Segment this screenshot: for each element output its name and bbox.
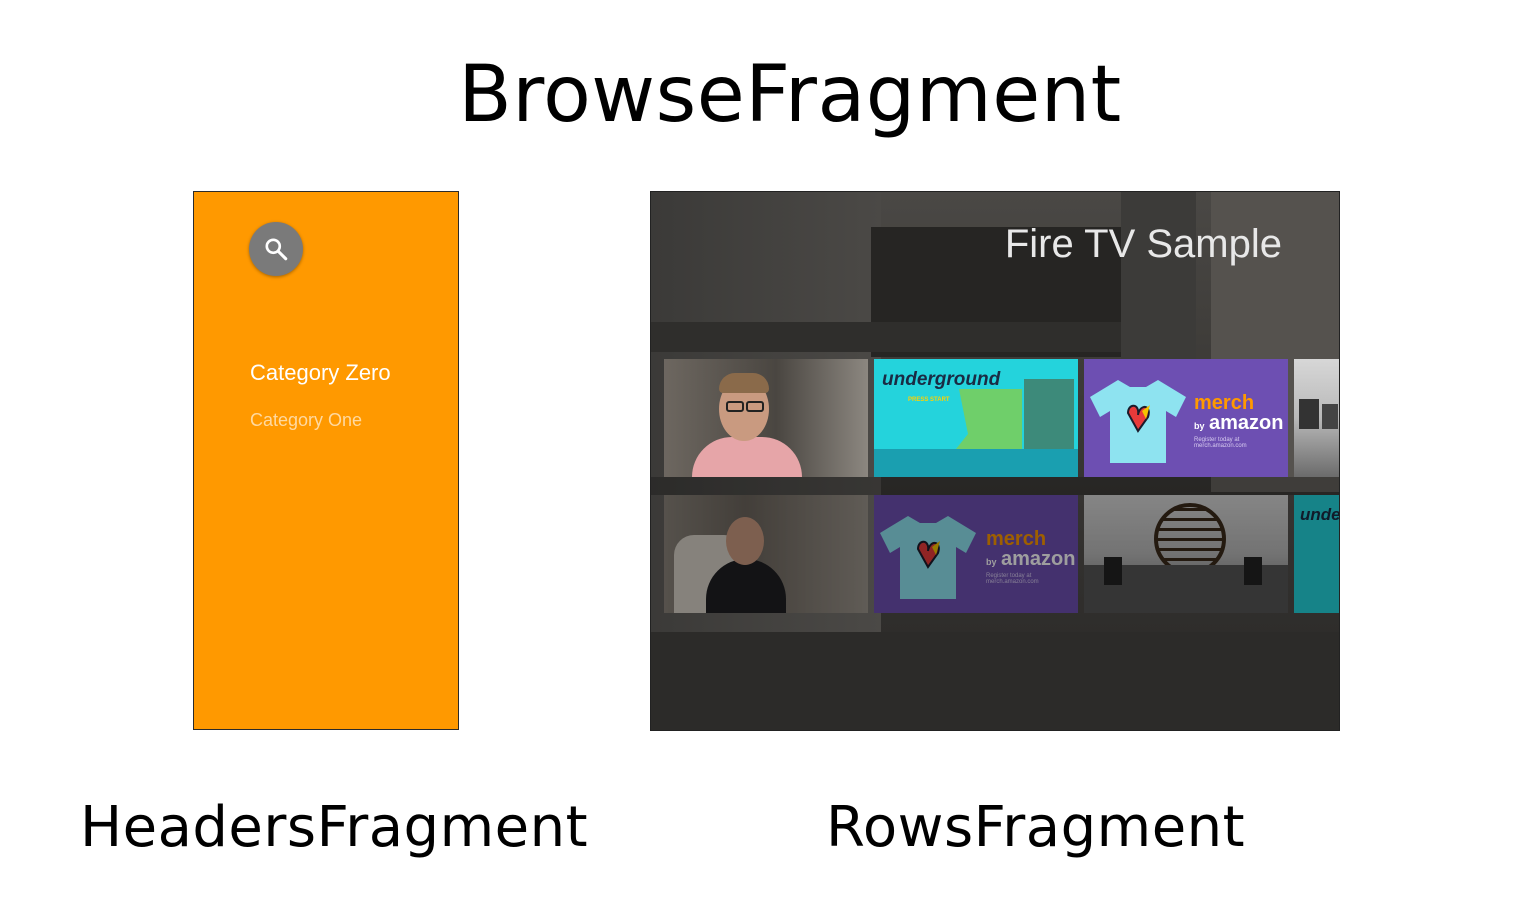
- merch-by-row: by amazon: [1194, 413, 1288, 433]
- card-orchestra[interactable]: [1294, 359, 1339, 477]
- underground-logo: underground: [882, 369, 1001, 390]
- app-title: Fire TV Sample: [1004, 222, 1282, 266]
- music-stand: [1104, 557, 1122, 585]
- background-pillar: [1121, 192, 1196, 372]
- merch-by: by: [986, 557, 997, 567]
- water-shape: [874, 449, 1078, 477]
- card-merch-amazon[interactable]: merch by amazon Register today at merch.…: [1084, 359, 1288, 477]
- merch-subtitle: Register today at merch.amazon.com: [986, 573, 1039, 585]
- headers-fragment-label: HeadersFragment: [80, 795, 589, 860]
- music-stand: [1244, 557, 1262, 585]
- row-divider: [651, 477, 1339, 495]
- page-title: BrowseFragment: [458, 50, 1122, 140]
- music-stand: [1322, 404, 1338, 429]
- merch-logo: merch by amazon Register today at merch.…: [1194, 393, 1288, 449]
- card-underground-partial[interactable]: unde: [1294, 495, 1340, 613]
- headers-fragment-panel: Category Zero Category One: [193, 191, 459, 730]
- person-head: [726, 517, 764, 565]
- card-merch-amazon[interactable]: merch by amazon Register today at merch.…: [874, 495, 1078, 613]
- tshirt-icon: [880, 516, 976, 599]
- header-item-category-zero[interactable]: Category Zero: [250, 360, 391, 386]
- card-underground[interactable]: underground PRESS START: [874, 359, 1078, 477]
- glasses-icon: [726, 401, 744, 412]
- merch-by-row: by amazon: [986, 549, 1078, 569]
- amazon-word: amazon: [1208, 412, 1284, 434]
- underground-logo-partial: unde: [1300, 505, 1340, 524]
- music-stand: [1299, 399, 1319, 429]
- search-icon: [265, 238, 288, 261]
- amazon-word: amazon: [1000, 548, 1076, 570]
- merch-by: by: [1194, 421, 1205, 431]
- merch-subtitle: Register today at merch.amazon.com: [1194, 437, 1247, 449]
- underground-subtitle: PRESS START: [908, 397, 950, 403]
- header-item-category-one[interactable]: Category One: [250, 410, 362, 431]
- merch-word: merch: [1194, 392, 1255, 414]
- card-video-person[interactable]: [664, 359, 868, 477]
- card-video-person-seated[interactable]: [664, 495, 868, 613]
- merch-word: merch: [986, 528, 1047, 550]
- person-hair: [719, 373, 769, 393]
- card-orchestra[interactable]: [1084, 495, 1288, 613]
- rows-fragment-panel: Fire TV Sample underground PRESS START m…: [650, 191, 1340, 731]
- tshirt-icon: [1090, 380, 1186, 463]
- background-shelf-edge: [651, 322, 1171, 352]
- background-floor: [651, 632, 1339, 730]
- merch-logo: merch by amazon Register today at merch.…: [986, 529, 1078, 585]
- search-orb-button[interactable]: [249, 222, 303, 276]
- glasses-icon: [746, 401, 764, 412]
- rows-fragment-label: RowsFragment: [826, 795, 1246, 860]
